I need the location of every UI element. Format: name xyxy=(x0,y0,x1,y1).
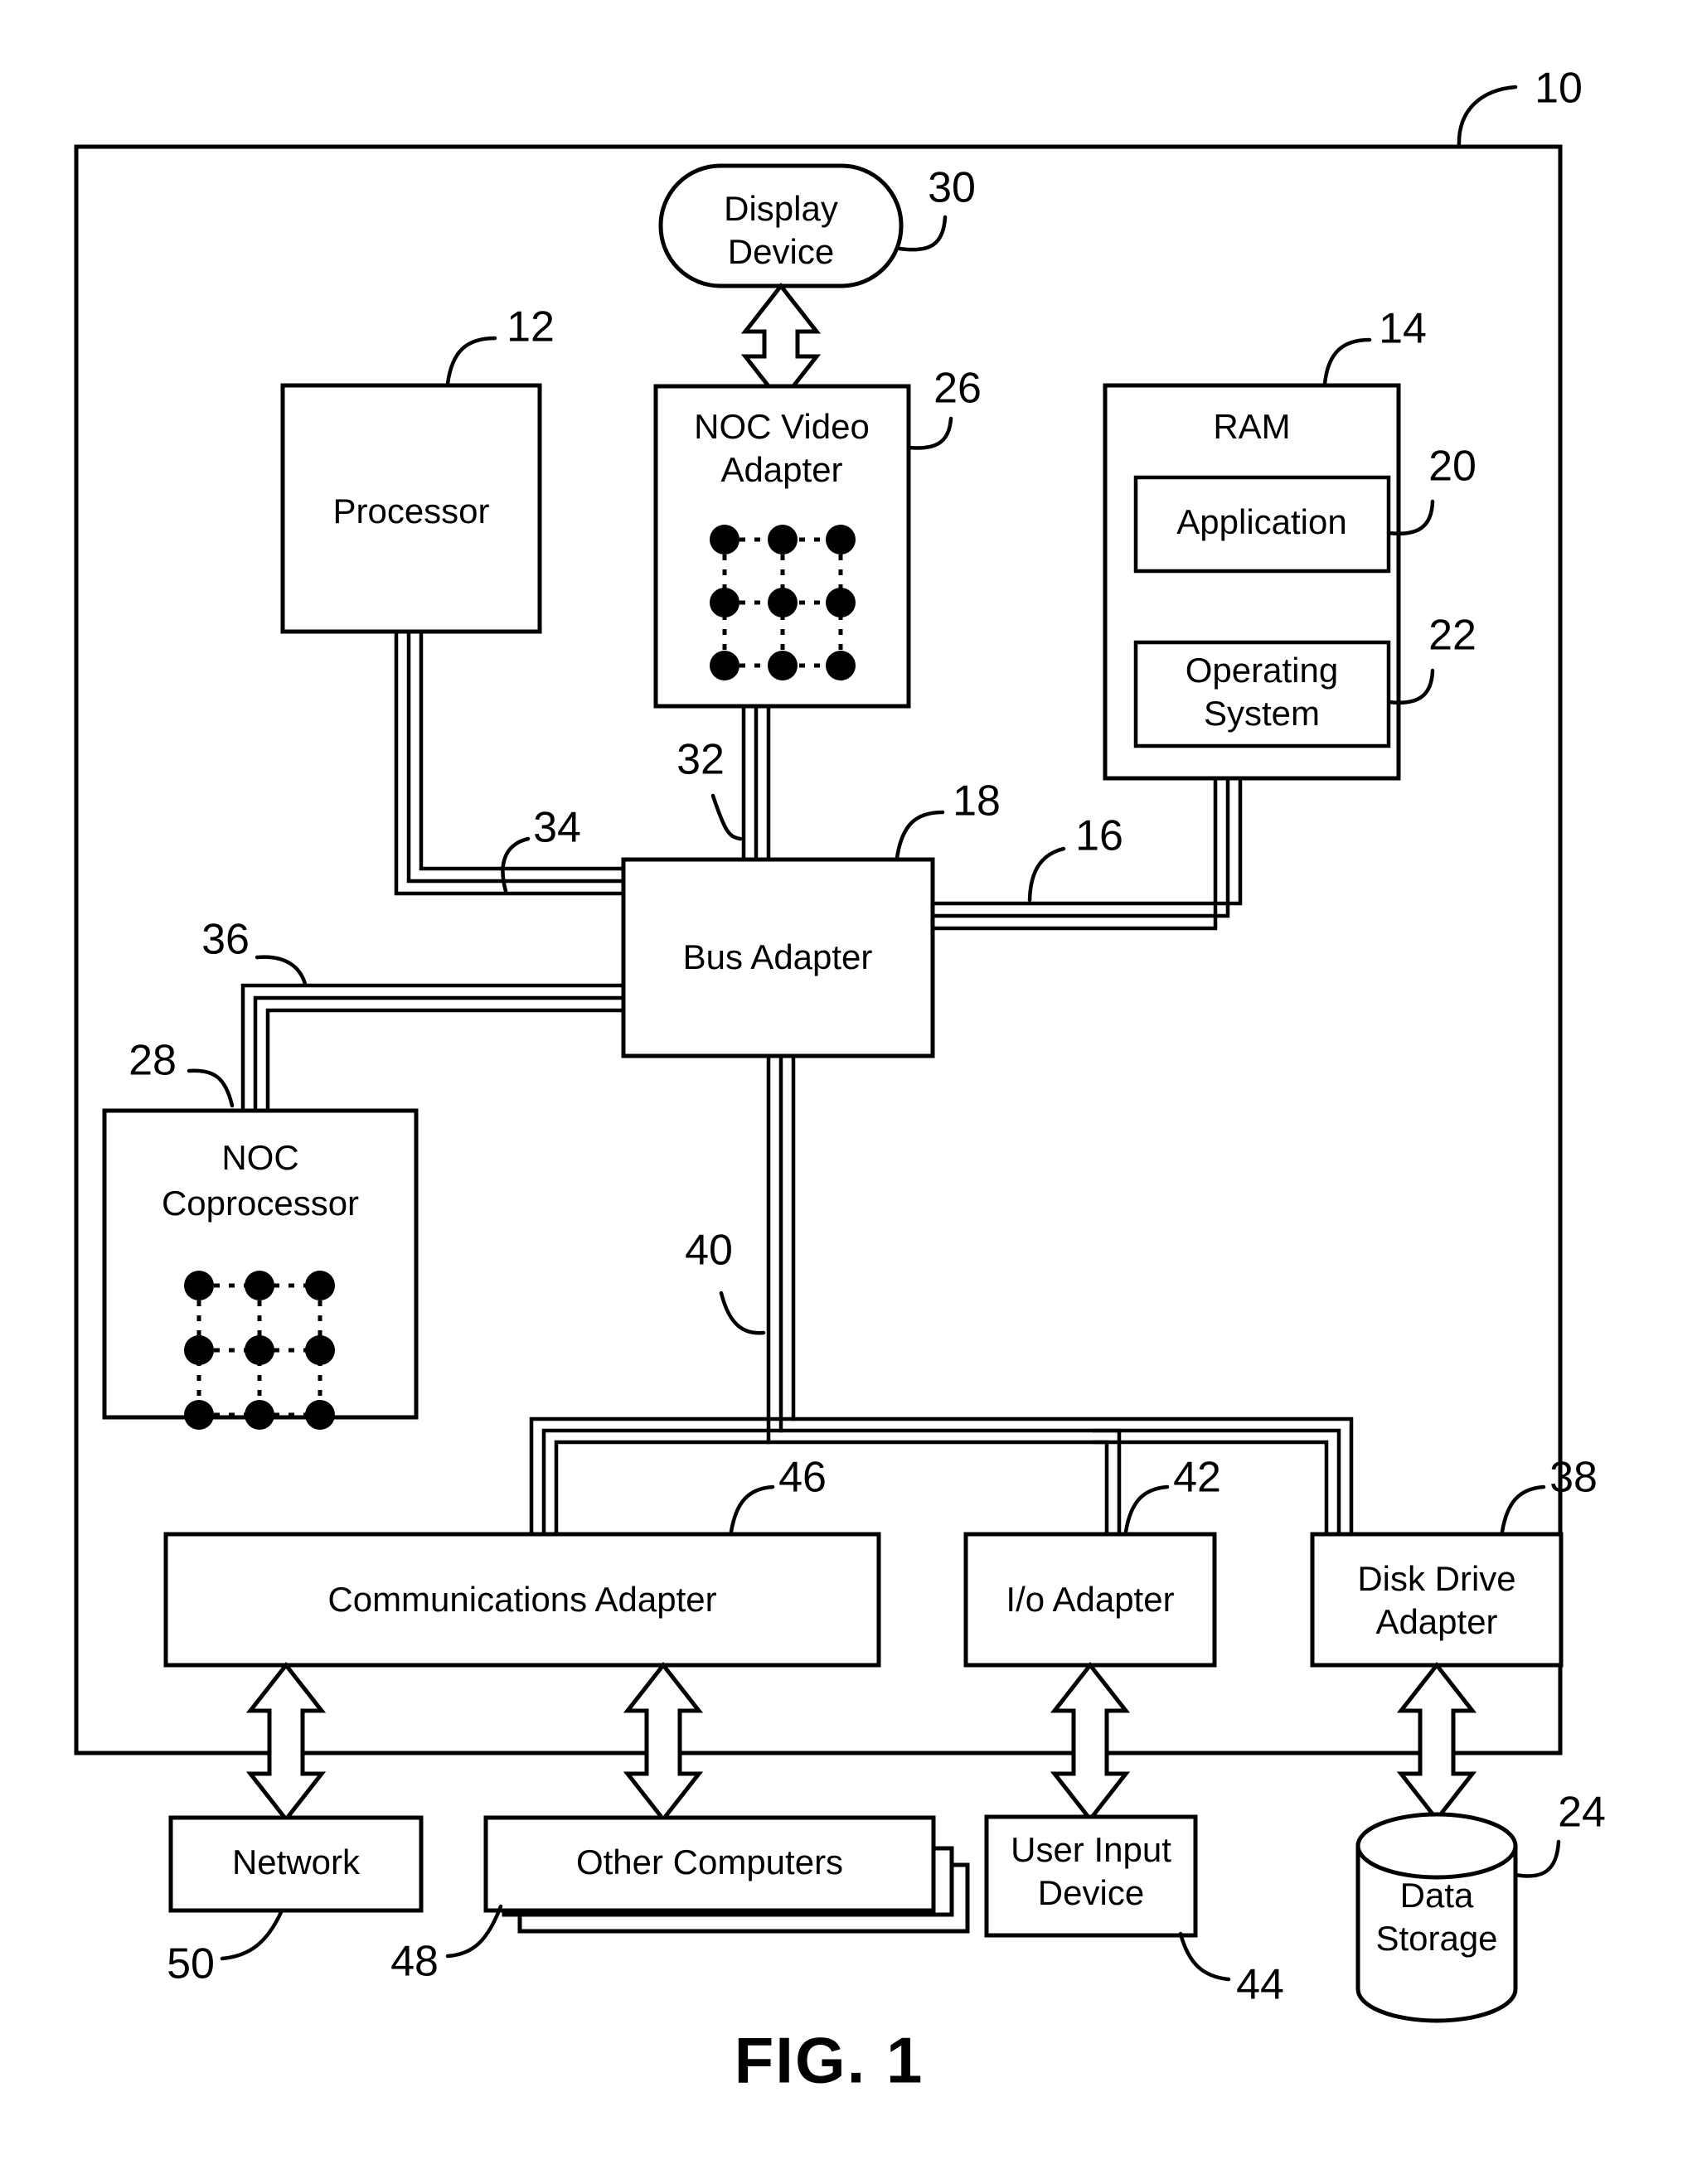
noc-video-adapter-label-line2: Adapter xyxy=(720,450,842,489)
disk-drive-adapter-block[interactable] xyxy=(1310,1532,1564,1668)
ref-number-24: 24 xyxy=(1558,1789,1606,1837)
user-input-device-label-line2: Device xyxy=(1038,1873,1144,1912)
patent-figure: 10 32 34 36 16 40 Display Device 30 Proc… xyxy=(0,0,1702,2184)
ref-number-16: 16 xyxy=(1075,812,1123,860)
processor-label: Processor xyxy=(332,492,489,530)
leader-42 xyxy=(1123,1484,1170,1534)
ref-number-30: 30 xyxy=(928,164,976,212)
display-device-label-line2: Device xyxy=(728,232,834,271)
leader-44 xyxy=(1178,1931,1231,1982)
noc-coprocessor-label-line2: Coprocessor xyxy=(162,1184,359,1223)
arrow-comms-to-network xyxy=(245,1661,327,1823)
arrow-disk-adapter-to-data-storage xyxy=(1396,1661,1477,1823)
leader-34 xyxy=(501,836,531,893)
leader-36 xyxy=(255,955,308,986)
other-computers-label: Other Computers xyxy=(576,1843,843,1881)
ref-number-42: 42 xyxy=(1173,1454,1221,1502)
ref-number-18: 18 xyxy=(953,777,1001,826)
network-label: Network xyxy=(232,1843,361,1881)
ref-number-32: 32 xyxy=(676,736,725,784)
leader-50 xyxy=(220,1908,284,1961)
leader-48 xyxy=(445,1904,503,1959)
leader-12 xyxy=(445,336,497,386)
ref-number-28: 28 xyxy=(128,1037,177,1085)
ref-number-14: 14 xyxy=(1379,305,1427,353)
operating-system-label-line1: Operating xyxy=(1186,651,1338,690)
leader-26 xyxy=(906,416,953,450)
bus-expansion-40 xyxy=(529,1053,1354,1538)
ref-number-12: 12 xyxy=(507,303,555,351)
leader-38 xyxy=(1500,1484,1546,1534)
ref-number-50: 50 xyxy=(167,1940,215,1988)
data-storage-label-line2: Storage xyxy=(1375,1919,1497,1958)
bus-coprocessor-36 xyxy=(240,983,626,1113)
leader-18 xyxy=(895,810,945,860)
leader-40 xyxy=(719,1291,766,1335)
noc-video-adapter-mesh-icon xyxy=(710,525,856,680)
ram-label: RAM xyxy=(1213,407,1290,446)
ref-number-48: 48 xyxy=(390,1938,439,1986)
noc-coprocessor-mesh-icon xyxy=(184,1271,335,1430)
application-label: Application xyxy=(1176,502,1346,541)
figure-canvas: 10 32 34 36 16 40 Display Device 30 Proc… xyxy=(74,65,1606,2097)
leader-46 xyxy=(729,1484,775,1534)
leader-14 xyxy=(1322,337,1372,386)
leader-24 xyxy=(1513,1839,1561,1878)
disk-drive-adapter-label-line1: Disk Drive xyxy=(1357,1559,1515,1598)
operating-system-label-line2: System xyxy=(1204,694,1320,733)
ref-number-44: 44 xyxy=(1236,1961,1284,2009)
leader-30 xyxy=(897,215,948,252)
data-storage-block[interactable] xyxy=(1355,1812,1518,2023)
ref-number-36: 36 xyxy=(201,916,250,964)
bus-video-32 xyxy=(741,704,771,864)
user-input-device-label-line1: User Input xyxy=(1011,1830,1171,1869)
disk-drive-adapter-label-line2: Adapter xyxy=(1375,1602,1497,1641)
bus-adapter-label: Bus Adapter xyxy=(683,937,873,976)
leader-10 xyxy=(1457,85,1518,149)
ref-number-34: 34 xyxy=(533,804,581,852)
ref-number-22: 22 xyxy=(1428,612,1477,660)
ref-number-10: 10 xyxy=(1535,65,1583,113)
leader-28 xyxy=(187,1068,235,1108)
ref-number-26: 26 xyxy=(933,365,982,413)
communications-adapter-label: Communications Adapter xyxy=(327,1580,716,1619)
noc-video-adapter-label-line1: NOC Video xyxy=(694,407,870,446)
ref-number-38: 38 xyxy=(1549,1454,1598,1502)
leader-16 xyxy=(1027,846,1066,903)
display-device-label-line1: Display xyxy=(724,189,838,228)
arrow-io-to-user-input-device xyxy=(1050,1661,1131,1823)
ref-number-40: 40 xyxy=(685,1227,733,1275)
data-storage-label-line1: Data xyxy=(1400,1876,1474,1915)
ref-number-46: 46 xyxy=(778,1454,827,1502)
arrow-comms-to-other-computers xyxy=(623,1661,704,1823)
figure-caption: FIG. 1 xyxy=(735,2024,924,2097)
bus-front-side-34 xyxy=(394,629,626,896)
io-adapter-label: I/o Adapter xyxy=(1006,1580,1174,1619)
leader-32 xyxy=(710,793,743,841)
noc-coprocessor-label-line1: NOC xyxy=(221,1138,298,1177)
ref-number-20: 20 xyxy=(1428,443,1477,491)
